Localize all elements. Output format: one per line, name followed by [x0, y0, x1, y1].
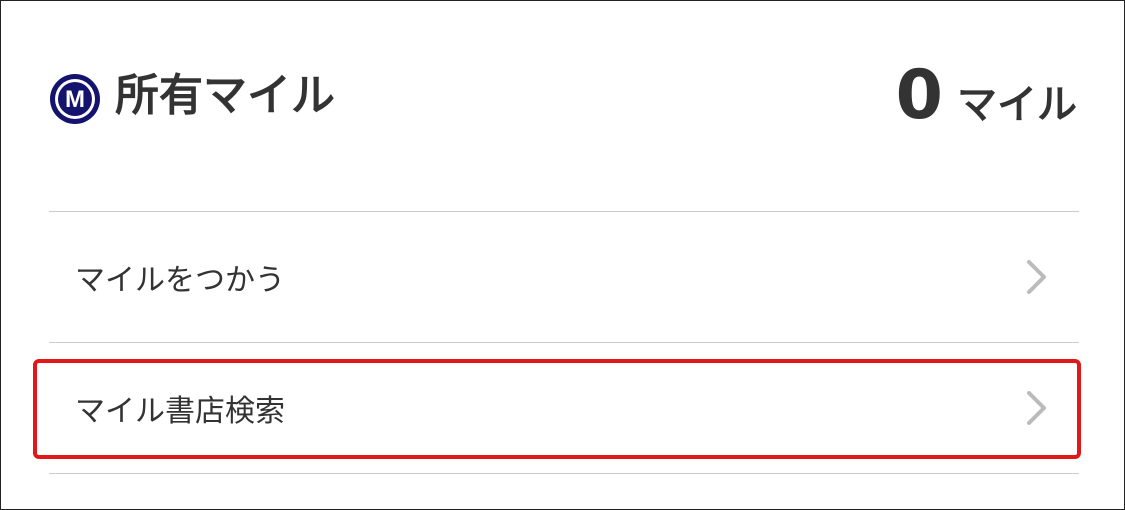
divider [49, 473, 1079, 474]
menu-item-use-miles[interactable]: マイルをつかう [49, 212, 1079, 342]
miles-header: M 所有マイル 0 マイル [49, 61, 1079, 131]
app-frame: M 所有マイル 0 マイル マイルをつかう マイル書店検索 [0, 0, 1125, 510]
logo-letter: M [65, 86, 85, 113]
menu-item-label: マイルをつかう [75, 263, 285, 298]
miles-balance: 0 マイル [896, 61, 1077, 131]
miles-balance-value: 0 [895, 56, 943, 135]
highlight-annotation [33, 359, 1081, 459]
chevron-right-icon [1025, 258, 1049, 296]
miles-balance-unit: マイル [957, 82, 1077, 128]
page-title: 所有マイル [115, 70, 335, 121]
mile-m-icon: M [49, 73, 101, 125]
